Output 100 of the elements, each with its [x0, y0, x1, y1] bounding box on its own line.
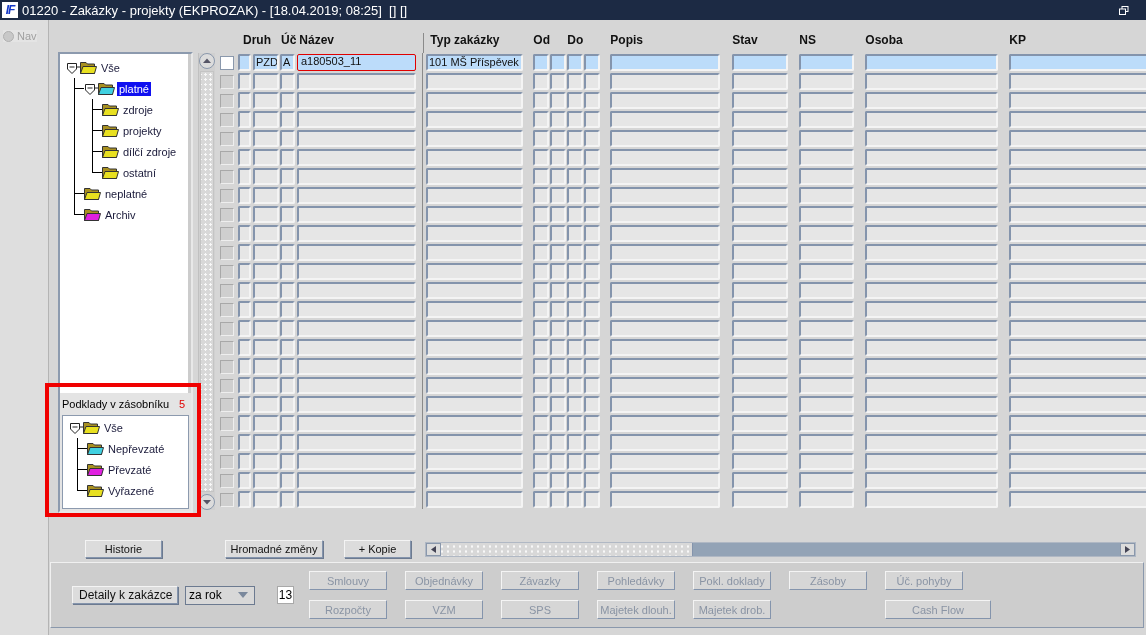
table-cell[interactable]	[584, 73, 600, 90]
row-checkbox[interactable]	[220, 131, 234, 146]
table-cell[interactable]	[297, 434, 416, 451]
table-cell[interactable]	[533, 187, 549, 204]
table-cell[interactable]	[799, 263, 854, 280]
table-cell[interactable]	[238, 206, 251, 223]
table-cell[interactable]	[253, 453, 279, 470]
table-cell[interactable]: PZD	[253, 54, 279, 71]
table-cell[interactable]	[799, 339, 854, 356]
table-cell[interactable]	[533, 491, 549, 508]
table-cell[interactable]	[238, 377, 251, 394]
table-cell[interactable]	[253, 377, 279, 394]
scroll-thumb[interactable]	[441, 542, 693, 556]
table-cell[interactable]	[550, 244, 566, 261]
table-cell[interactable]	[567, 54, 583, 71]
table-cell[interactable]	[610, 168, 720, 185]
row-checkbox[interactable]	[220, 359, 234, 374]
table-cell[interactable]	[799, 111, 854, 128]
table-cell[interactable]	[610, 453, 720, 470]
table-cell[interactable]	[567, 377, 583, 394]
table-cell[interactable]	[253, 396, 279, 413]
table-cell[interactable]	[297, 453, 416, 470]
table-cell[interactable]	[799, 415, 854, 432]
table-cell[interactable]	[238, 111, 251, 128]
table-cell[interactable]	[610, 73, 720, 90]
table-cell[interactable]	[1009, 415, 1146, 432]
table-cell[interactable]	[280, 111, 295, 128]
table-cell[interactable]	[584, 301, 600, 318]
table-cell[interactable]	[297, 130, 416, 147]
table-cell[interactable]	[1009, 358, 1146, 375]
table-cell[interactable]	[732, 301, 788, 318]
tree-item[interactable]: platné	[117, 81, 151, 96]
collapse-icon[interactable]	[84, 81, 98, 96]
tree-item[interactable]: Převzaté	[106, 462, 154, 477]
table-cell[interactable]	[732, 187, 788, 204]
table-cell[interactable]	[799, 130, 854, 147]
table-cell[interactable]	[610, 130, 720, 147]
table-cell[interactable]	[426, 225, 523, 242]
table-cell[interactable]	[1009, 168, 1146, 185]
table-cell[interactable]	[865, 396, 998, 413]
table-cell[interactable]	[238, 320, 251, 337]
table-cell[interactable]	[426, 491, 523, 508]
table-cell[interactable]	[297, 491, 416, 508]
table-cell[interactable]	[584, 244, 600, 261]
table-cell[interactable]	[280, 206, 295, 223]
table-cell[interactable]	[550, 358, 566, 375]
table-cell[interactable]	[732, 263, 788, 280]
table-cell[interactable]	[610, 92, 720, 109]
table-cell[interactable]	[584, 187, 600, 204]
table-cell[interactable]	[297, 339, 416, 356]
table-cell[interactable]: a180503_11	[297, 54, 416, 71]
table-cell[interactable]	[533, 282, 549, 299]
table-cell[interactable]	[610, 149, 720, 166]
table-cell[interactable]	[533, 320, 549, 337]
table-cell[interactable]	[533, 358, 549, 375]
table-cell[interactable]	[550, 168, 566, 185]
table-cell[interactable]	[550, 282, 566, 299]
row-checkbox[interactable]	[220, 321, 234, 336]
table-cell[interactable]	[253, 149, 279, 166]
table-cell[interactable]	[297, 92, 416, 109]
table-cell[interactable]	[584, 263, 600, 280]
table-cell[interactable]	[280, 491, 295, 508]
table-cell[interactable]	[1009, 244, 1146, 261]
horizontal-scrollbar[interactable]	[425, 541, 1136, 557]
table-cell[interactable]	[584, 168, 600, 185]
table-cell[interactable]	[799, 491, 854, 508]
table-cell[interactable]	[426, 339, 523, 356]
table-cell[interactable]	[732, 73, 788, 90]
table-cell[interactable]	[550, 73, 566, 90]
row-checkbox[interactable]	[220, 245, 234, 260]
table-cell[interactable]	[550, 377, 566, 394]
table-cell[interactable]	[1009, 491, 1146, 508]
scroll-right-icon[interactable]	[1120, 542, 1135, 556]
table-cell[interactable]	[280, 301, 295, 318]
table-cell[interactable]	[567, 358, 583, 375]
table-cell[interactable]	[584, 358, 600, 375]
table-cell[interactable]	[533, 434, 549, 451]
table-cell[interactable]	[533, 377, 549, 394]
action-button[interactable]: Hromadné změny	[225, 540, 323, 558]
table-cell[interactable]	[567, 149, 583, 166]
table-cell[interactable]	[584, 282, 600, 299]
table-cell[interactable]	[865, 73, 998, 90]
table-cell[interactable]	[550, 111, 566, 128]
table-cell[interactable]	[280, 434, 295, 451]
table-cell[interactable]	[732, 92, 788, 109]
tree-item[interactable]: Nepřevzaté	[106, 441, 167, 456]
collapse-icon[interactable]	[66, 60, 80, 75]
table-cell[interactable]	[533, 301, 549, 318]
row-checkbox[interactable]	[220, 340, 234, 355]
table-cell[interactable]	[610, 282, 720, 299]
table-cell[interactable]	[610, 206, 720, 223]
table-cell[interactable]	[799, 225, 854, 242]
table-cell[interactable]	[567, 263, 583, 280]
table-cell[interactable]	[253, 491, 279, 508]
table-cell[interactable]	[253, 263, 279, 280]
table-cell[interactable]	[238, 187, 251, 204]
table-cell[interactable]	[799, 282, 854, 299]
table-cell[interactable]	[280, 320, 295, 337]
table-cell[interactable]	[567, 415, 583, 432]
row-checkbox[interactable]	[220, 264, 234, 279]
